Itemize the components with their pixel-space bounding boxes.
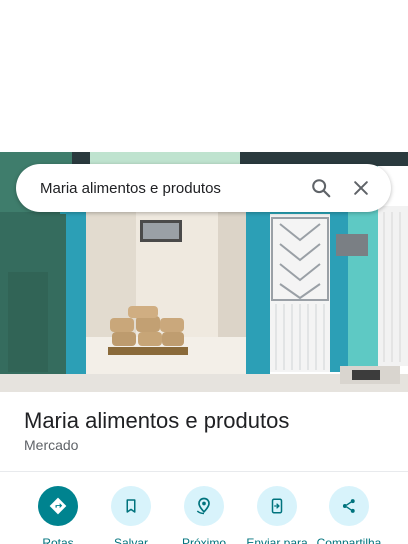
share-label: Compartilha	[316, 536, 382, 544]
share-button[interactable]: Compartilha	[309, 486, 389, 544]
directions-button[interactable]: Rotas	[18, 486, 98, 544]
place-category: Mercado	[24, 437, 79, 453]
search-icon[interactable]	[301, 168, 341, 208]
send-to-phone-icon	[257, 486, 297, 526]
close-icon[interactable]	[341, 168, 381, 208]
action-bar: Rotas Salvar Próximo Enviar para Compart…	[0, 486, 408, 544]
nearby-button[interactable]: Próximo	[164, 486, 244, 544]
blank-header-area	[0, 0, 408, 152]
bookmark-icon	[111, 486, 151, 526]
send-to-phone-label: Enviar para	[246, 536, 308, 544]
directions-icon	[38, 486, 78, 526]
search-bar[interactable]: Maria alimentos e produtos	[16, 164, 391, 212]
share-icon	[329, 486, 369, 526]
save-button[interactable]: Salvar	[91, 486, 171, 544]
send-to-phone-button[interactable]: Enviar para	[237, 486, 317, 544]
nearby-label: Próximo	[181, 536, 226, 544]
place-title: Maria alimentos e produtos	[24, 408, 290, 433]
save-label: Salvar	[113, 536, 148, 544]
directions-label: Rotas	[42, 536, 74, 544]
divider	[0, 471, 408, 472]
nearby-icon	[184, 486, 224, 526]
search-query[interactable]: Maria alimentos e produtos	[40, 180, 301, 197]
